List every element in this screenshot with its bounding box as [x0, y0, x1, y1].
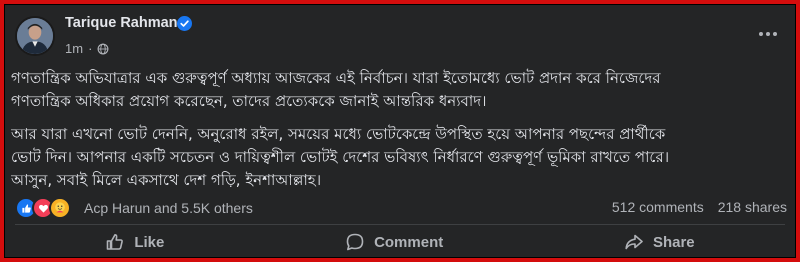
comment-label: Comment [374, 233, 444, 251]
reaction-icons[interactable] [15, 197, 71, 219]
share-label: Share [652, 233, 695, 251]
reactions-bar: Acp Harun and 5.5K others 512 comments 2… [15, 197, 787, 219]
more-options-button[interactable] [755, 27, 781, 41]
engagement-counts: 512 comments 218 shares [612, 199, 787, 215]
post-text-line: আর যারা এখনো ভোট দেননি, অনুরোধ রইল, সময়… [11, 125, 666, 143]
like-button[interactable]: Like [93, 228, 176, 256]
avatar[interactable] [15, 16, 55, 56]
author-name[interactable]: Tarique Rahman [65, 15, 178, 31]
reactors-summary[interactable]: Acp Harun and 5.5K others [84, 200, 253, 216]
post-text-line: গণতান্ত্রিক অভিযাত্রার এক গুরুত্বপূর্ণ অ… [11, 69, 661, 87]
post-timestamp[interactable]: 1m [65, 41, 83, 56]
dot-icon [766, 32, 770, 36]
care-icon [49, 197, 71, 219]
post-body: গণতান্ত্রিক অভিযাত্রার এক গুরুত্বপূর্ণ অ… [11, 67, 791, 192]
share-icon [625, 234, 643, 250]
avatar-image [17, 18, 53, 54]
meta-separator: · [88, 41, 93, 56]
like-label: Like [134, 233, 165, 251]
post-text-line: ভোট দিন। আপনার একটি সচেতন ও দায়িত্বশীল … [11, 148, 670, 166]
post-text-line: গণতান্ত্রিক অধিকার প্রয়োগ করেছেন, তাদের… [11, 92, 487, 110]
post-meta: 1m · [65, 41, 109, 56]
divider [15, 224, 785, 225]
post-header: Tarique Rahman 1m · [5, 5, 795, 65]
post-card: Tarique Rahman 1m · গণতান্ত্রিক অভিযাত্র… [4, 4, 796, 258]
globe-icon[interactable] [97, 43, 109, 55]
post-text-line: আসুন, সবাই মিলে একসাথে দেশ গড়ি, ইনশাআল্… [11, 171, 322, 189]
comment-icon [346, 233, 364, 251]
thumbs-up-icon [107, 234, 124, 250]
share-button[interactable]: Share [612, 228, 707, 256]
comments-count[interactable]: 512 comments [612, 199, 704, 215]
comment-button[interactable]: Comment [333, 228, 455, 256]
shares-count[interactable]: 218 shares [718, 199, 787, 215]
dot-icon [759, 32, 763, 36]
dot-icon [773, 32, 777, 36]
verified-badge-icon [177, 16, 192, 31]
post-actions: Like Comment Share [15, 227, 785, 257]
